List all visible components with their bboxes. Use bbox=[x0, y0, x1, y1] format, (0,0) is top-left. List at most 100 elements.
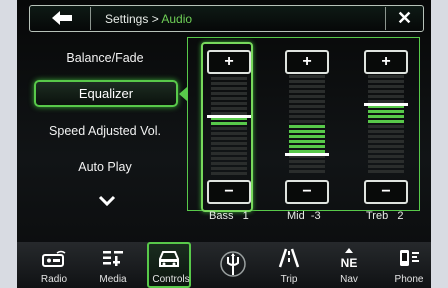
eq-segment bbox=[368, 80, 404, 83]
eq-segment bbox=[289, 165, 325, 168]
eq-level-marker[interactable] bbox=[285, 152, 329, 156]
eq-segment bbox=[211, 102, 247, 105]
eq-band-mid[interactable]: + − bbox=[281, 42, 333, 212]
nav-nav-label: Nav bbox=[340, 274, 358, 285]
road-icon bbox=[278, 248, 300, 268]
eq-level-marker[interactable] bbox=[364, 102, 408, 106]
breadcrumb-parent[interactable]: Settings bbox=[105, 12, 148, 26]
eq-segment bbox=[368, 155, 404, 158]
eq-segment bbox=[289, 105, 325, 108]
back-arrow-icon bbox=[52, 11, 72, 25]
eq-segment bbox=[368, 140, 404, 143]
eq-segment bbox=[368, 110, 404, 113]
chevron-down-icon[interactable] bbox=[98, 195, 116, 206]
nav-controls-label: Controls bbox=[152, 274, 190, 285]
eq-segment bbox=[368, 120, 404, 123]
menu-item-speed-adjusted-vol[interactable]: Speed Adjusted Vol. bbox=[31, 124, 179, 138]
compass-icon: NE bbox=[341, 248, 358, 270]
treb-increase-button[interactable]: + bbox=[364, 50, 408, 74]
eq-segment bbox=[211, 152, 247, 155]
breadcrumb-current: Audio bbox=[161, 12, 193, 26]
eq-segment bbox=[368, 165, 404, 168]
menu-item-auto-play[interactable]: Auto Play bbox=[31, 160, 179, 174]
header-bar: Settings > Audio ✕ bbox=[29, 5, 424, 32]
breadcrumb-separator: > bbox=[148, 12, 162, 26]
car-icon bbox=[159, 251, 179, 267]
eq-segment bbox=[368, 145, 404, 148]
eq-segment bbox=[211, 77, 247, 80]
eq-segment bbox=[289, 75, 325, 78]
eq-segment bbox=[211, 162, 247, 165]
eq-segment bbox=[289, 130, 325, 133]
eq-segment bbox=[368, 115, 404, 118]
eq-segment bbox=[289, 90, 325, 93]
bass-level-track[interactable] bbox=[207, 76, 251, 176]
eq-segment bbox=[368, 125, 404, 128]
bass-value: 1 bbox=[242, 210, 249, 222]
eq-segment bbox=[289, 140, 325, 143]
selection-pointer bbox=[179, 87, 187, 101]
eq-segment bbox=[289, 145, 325, 148]
eq-band-treb[interactable]: + − bbox=[360, 42, 412, 212]
media-icon bbox=[103, 251, 123, 266]
nav-radio[interactable]: Radio bbox=[32, 242, 76, 288]
infotainment-screen: Settings > Audio ✕ Balance/Fade Equalize… bbox=[17, 0, 431, 288]
mid-level-track[interactable] bbox=[285, 74, 329, 174]
eq-segment bbox=[211, 147, 247, 150]
eq-segment bbox=[368, 75, 404, 78]
eq-segment bbox=[211, 172, 247, 175]
mid-label: Mid -3 bbox=[287, 210, 321, 222]
close-icon: ✕ bbox=[396, 8, 413, 28]
nav-trip[interactable]: Trip bbox=[267, 242, 311, 288]
eq-segment bbox=[289, 160, 325, 163]
eq-segment bbox=[289, 110, 325, 113]
eq-segment bbox=[211, 107, 247, 110]
eq-segment bbox=[211, 92, 247, 95]
breadcrumb: Settings > Audio bbox=[105, 12, 192, 26]
eq-segment bbox=[289, 115, 325, 118]
nav-controls[interactable]: Controls bbox=[147, 242, 191, 288]
eq-band-bass[interactable]: + − bbox=[201, 42, 253, 212]
eq-segment bbox=[211, 142, 247, 145]
radio-icon bbox=[42, 250, 66, 267]
eq-segment bbox=[289, 100, 325, 103]
treb-label: Treb 2 bbox=[366, 210, 404, 222]
treb-level-track[interactable] bbox=[364, 74, 408, 174]
mid-increase-button[interactable]: + bbox=[285, 50, 329, 74]
eq-segment bbox=[211, 137, 247, 140]
eq-segment bbox=[211, 127, 247, 130]
eq-segment bbox=[289, 125, 325, 128]
eq-segment bbox=[211, 167, 247, 170]
nav-trip-label: Trip bbox=[280, 274, 298, 285]
eq-segment bbox=[211, 97, 247, 100]
trident-logo-icon[interactable] bbox=[220, 248, 246, 280]
eq-segment bbox=[368, 160, 404, 163]
compass-heading: NE bbox=[341, 256, 358, 270]
phone-icon bbox=[400, 250, 419, 266]
eq-level-marker[interactable] bbox=[207, 114, 251, 118]
mid-decrease-button[interactable]: − bbox=[285, 180, 329, 204]
treb-decrease-button[interactable]: − bbox=[364, 180, 408, 204]
eq-segment bbox=[289, 80, 325, 83]
eq-segment bbox=[368, 135, 404, 138]
nav-media[interactable]: Media bbox=[91, 242, 135, 288]
menu-item-equalizer[interactable]: Equalizer bbox=[34, 80, 178, 107]
back-button[interactable] bbox=[32, 7, 91, 30]
eq-segment bbox=[368, 90, 404, 93]
eq-segment bbox=[368, 85, 404, 88]
eq-segment bbox=[211, 82, 247, 85]
bass-increase-button[interactable]: + bbox=[207, 50, 251, 74]
eq-segment bbox=[368, 150, 404, 153]
eq-segment bbox=[211, 122, 247, 125]
treb-value: 2 bbox=[397, 210, 404, 222]
close-button[interactable]: ✕ bbox=[385, 7, 423, 30]
nav-phone[interactable]: Phone bbox=[387, 242, 431, 288]
eq-segment bbox=[211, 87, 247, 90]
bass-decrease-button[interactable]: − bbox=[207, 180, 251, 204]
eq-segment bbox=[289, 120, 325, 123]
eq-segment bbox=[211, 132, 247, 135]
eq-segment bbox=[368, 130, 404, 133]
nav-nav[interactable]: NE Nav bbox=[327, 242, 371, 288]
menu-item-balance-fade[interactable]: Balance/Fade bbox=[31, 51, 179, 65]
eq-segment bbox=[368, 95, 404, 98]
